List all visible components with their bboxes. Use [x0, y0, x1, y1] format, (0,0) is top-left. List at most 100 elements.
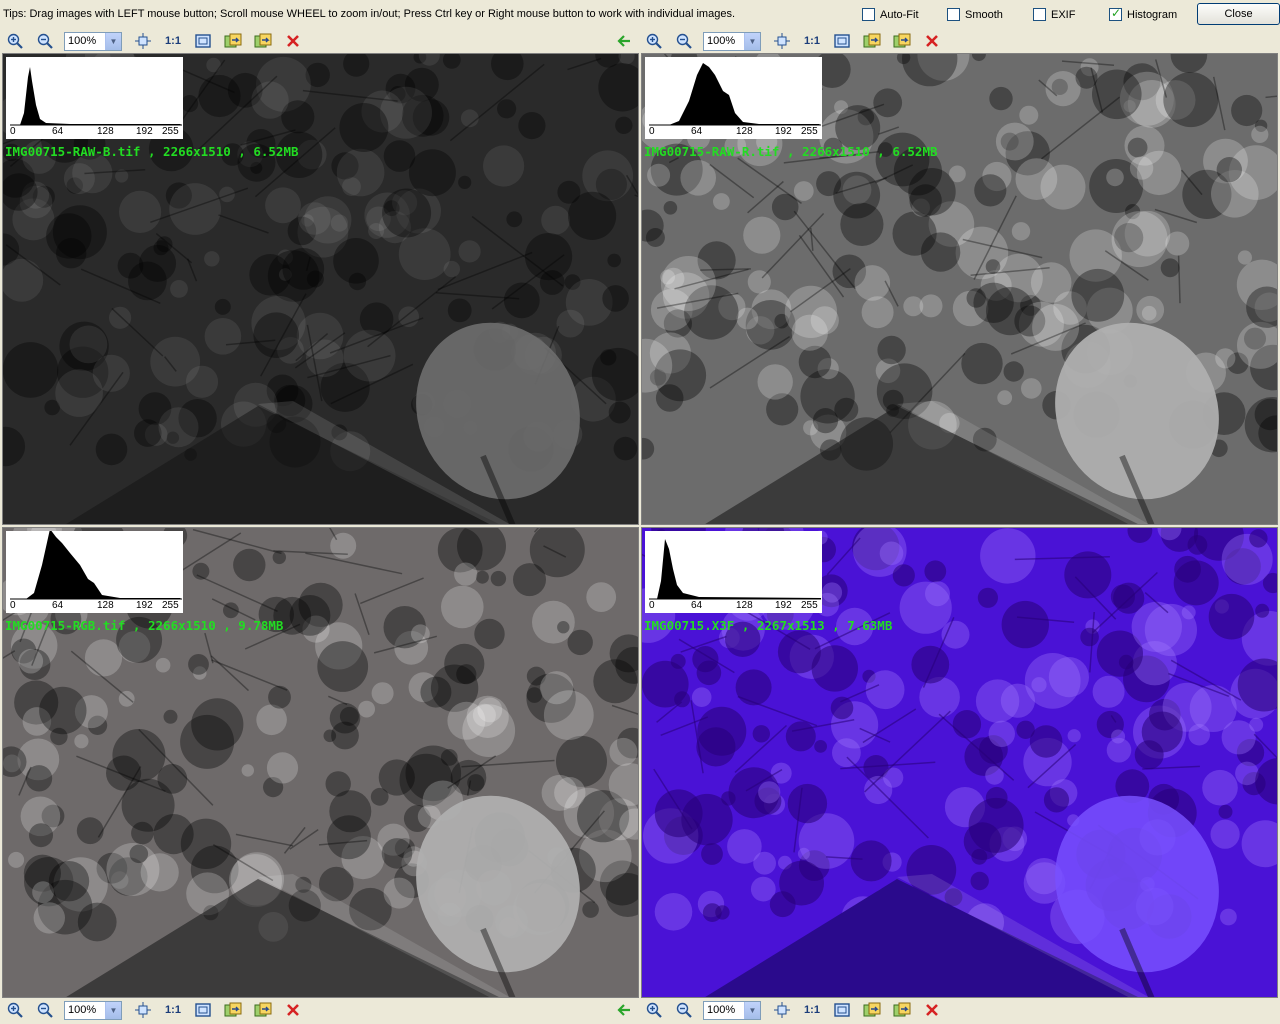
fit-icon[interactable]	[132, 1000, 154, 1020]
histogram-tick-label: 255	[801, 600, 818, 611]
zoom-select-value: 100%	[707, 35, 736, 47]
rotate-left-icon[interactable]	[222, 1000, 244, 1020]
histogram-tick-label: 128	[97, 126, 114, 137]
histogram-label: Histogram	[1127, 8, 1178, 21]
actual-size-button[interactable]: 1:1	[162, 1000, 184, 1020]
smooth-label: Smooth	[965, 8, 1003, 21]
zoom-out-icon[interactable]	[34, 1000, 56, 1020]
rotate-right-icon[interactable]	[252, 1000, 274, 1020]
full-screen-icon[interactable]	[192, 1000, 214, 1020]
histogram-tick-label: 64	[52, 126, 64, 137]
zoom-out-icon[interactable]	[673, 1000, 695, 1020]
back-arrow-icon[interactable]	[616, 1002, 632, 1021]
panel-toolbar-top-left: 100% ▼ 1:1	[4, 30, 642, 52]
exif-label: EXIF	[1051, 8, 1076, 21]
zoom-select[interactable]: 100% ▼	[64, 1000, 122, 1020]
smooth-checkbox[interactable]: Smooth	[947, 8, 1003, 21]
rotate-left-icon[interactable]	[861, 1000, 883, 1020]
histogram-plot	[10, 67, 182, 126]
fit-icon[interactable]	[132, 31, 154, 51]
histogram-plot	[649, 539, 821, 600]
histogram-tick-label: 192	[136, 126, 153, 137]
zoom-in-icon[interactable]	[4, 1000, 26, 1020]
panel-toolbar-bottom-left: 100% ▼ 1:1	[4, 999, 642, 1021]
zoom-out-icon[interactable]	[34, 31, 56, 51]
top-bar: Tips: Drag images with LEFT mouse button…	[0, 0, 1280, 29]
histogram-tick-label: 192	[136, 600, 153, 611]
exif-box[interactable]	[1033, 8, 1046, 21]
tips-text: Tips: Drag images with LEFT mouse button…	[3, 8, 735, 20]
fit-icon[interactable]	[771, 31, 793, 51]
histogram: 0 64 128 192 255	[645, 531, 822, 613]
histogram-tick-label: 192	[775, 126, 792, 137]
auto-fit-label: Auto-Fit	[880, 8, 919, 21]
back-arrow-icon[interactable]	[616, 33, 632, 52]
histogram-tick-label: 64	[52, 600, 64, 611]
chevron-down-icon[interactable]: ▼	[105, 32, 121, 50]
histogram: 0 64 128 192 255	[6, 531, 183, 613]
image-caption: IMG00715-RGB.tif , 2266x1510 , 9.78MB	[5, 618, 284, 633]
rotate-left-icon[interactable]	[222, 31, 244, 51]
chevron-down-icon[interactable]: ▼	[744, 1001, 760, 1019]
rotate-right-icon[interactable]	[252, 31, 274, 51]
rotate-right-icon[interactable]	[891, 1000, 913, 1020]
histogram-tick-label: 255	[162, 600, 179, 611]
full-screen-icon[interactable]	[831, 31, 853, 51]
histogram-tick-label: 0	[649, 600, 655, 611]
image-panel[interactable]: 0 64 128 192 255 IMG00715-RAW-B.tif , 2266x15…	[2, 53, 639, 525]
rotate-left-icon[interactable]	[861, 31, 883, 51]
histogram-ticks: 0 64 128 192 255	[6, 600, 183, 612]
histogram-plot	[649, 63, 821, 126]
histogram-box[interactable]	[1109, 6, 1122, 21]
fit-icon[interactable]	[771, 1000, 793, 1020]
histogram-tick-label: 255	[162, 126, 179, 137]
histogram-tick-label: 192	[775, 600, 792, 611]
actual-size-button[interactable]: 1:1	[801, 1000, 823, 1020]
close-button[interactable]: Close	[1197, 3, 1280, 25]
zoom-select-value: 100%	[68, 35, 97, 47]
zoom-select-value: 100%	[68, 1004, 97, 1016]
histogram-tick-label: 255	[801, 126, 818, 137]
close-image-icon[interactable]	[921, 31, 943, 51]
image-panel[interactable]: 0 64 128 192 255 IMG00715-RAW-R.tif , 2266x15…	[641, 53, 1278, 525]
image-panel[interactable]: 0 64 128 192 255 IMG00715-RGB.tif , 2266x1510…	[2, 527, 639, 998]
close-image-icon[interactable]	[921, 1000, 943, 1020]
zoom-select[interactable]: 100% ▼	[64, 31, 122, 51]
zoom-select[interactable]: 100% ▼	[703, 31, 761, 51]
histogram-tick-label: 128	[736, 600, 753, 611]
zoom-in-icon[interactable]	[643, 31, 665, 51]
image-caption: IMG00715-RAW-R.tif , 2266x1510 , 6.52MB	[644, 144, 938, 159]
panel-toolbar-top-right: 100% ▼ 1:1	[643, 30, 1280, 52]
chevron-down-icon[interactable]: ▼	[744, 32, 760, 50]
histogram-tick-label: 0	[10, 600, 16, 611]
histogram-tick-label: 64	[691, 600, 703, 611]
image-panel[interactable]: 0 64 128 192 255 IMG00715.X3F , 2267x1513 , 7…	[641, 527, 1278, 998]
image-caption: IMG00715-RAW-B.tif , 2266x1510 , 6.52MB	[5, 144, 299, 159]
full-screen-icon[interactable]	[192, 31, 214, 51]
histogram: 0 64 128 192 255	[645, 57, 822, 139]
full-screen-icon[interactable]	[831, 1000, 853, 1020]
close-image-icon[interactable]	[282, 31, 304, 51]
image-caption: IMG00715.X3F , 2267x1513 , 7.63MB	[644, 618, 893, 633]
histogram-ticks: 0 64 128 192 255	[645, 126, 822, 138]
chevron-down-icon[interactable]: ▼	[105, 1001, 121, 1019]
auto-fit-checkbox[interactable]: Auto-Fit	[862, 8, 919, 21]
auto-fit-box[interactable]	[862, 8, 875, 21]
exif-checkbox[interactable]: EXIF	[1033, 8, 1075, 21]
histogram-checkbox[interactable]: Histogram	[1109, 6, 1178, 21]
zoom-out-icon[interactable]	[673, 31, 695, 51]
histogram-ticks: 0 64 128 192 255	[645, 600, 822, 612]
zoom-in-icon[interactable]	[643, 1000, 665, 1020]
rotate-right-icon[interactable]	[891, 31, 913, 51]
smooth-box[interactable]	[947, 8, 960, 21]
zoom-select-value: 100%	[707, 1004, 736, 1016]
zoom-select[interactable]: 100% ▼	[703, 1000, 761, 1020]
histogram-plot	[10, 531, 182, 600]
close-image-icon[interactable]	[282, 1000, 304, 1020]
histogram-tick-label: 128	[736, 126, 753, 137]
panel-toolbar-bottom-right: 100% ▼ 1:1	[643, 999, 1280, 1021]
zoom-in-icon[interactable]	[4, 31, 26, 51]
actual-size-button[interactable]: 1:1	[162, 31, 184, 51]
histogram-tick-label: 0	[10, 126, 16, 137]
actual-size-button[interactable]: 1:1	[801, 31, 823, 51]
